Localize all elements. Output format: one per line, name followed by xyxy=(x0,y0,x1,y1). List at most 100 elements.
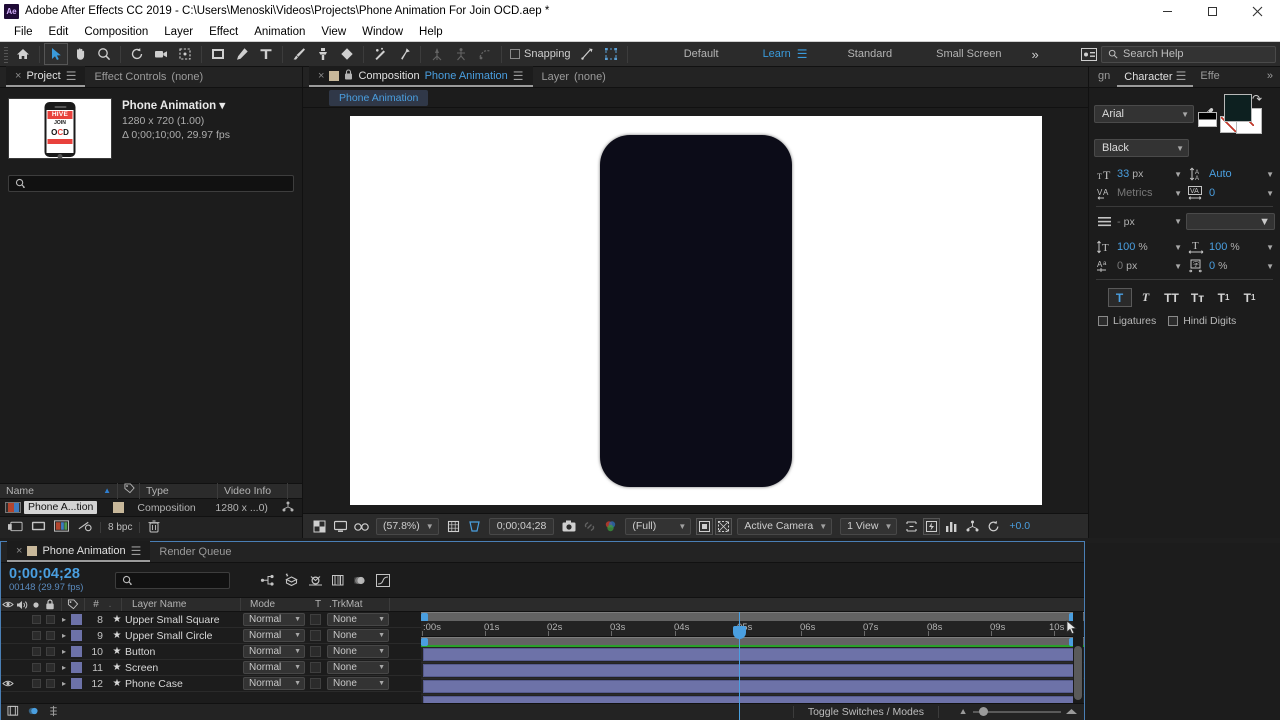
layer-solo-toggle[interactable] xyxy=(29,663,43,672)
tab-render-queue[interactable]: Render Queue xyxy=(150,541,240,562)
workspace-menu-icon[interactable]: ☰ xyxy=(797,47,826,61)
chevron-down-icon[interactable]: ▼ xyxy=(1266,189,1274,198)
menu-item-effect[interactable]: Effect xyxy=(201,22,246,42)
transform-box-icon[interactable] xyxy=(599,43,623,65)
monitor-icon[interactable] xyxy=(330,516,351,536)
lock-icon[interactable] xyxy=(344,68,353,83)
hindi-digits-checkbox[interactable] xyxy=(1168,316,1179,326)
layer-duration-bar[interactable] xyxy=(423,680,1082,693)
frame-blending-icon[interactable] xyxy=(332,574,345,587)
composition-mini-flowchart-icon[interactable] xyxy=(260,574,275,587)
double-chevron-icon[interactable]: » xyxy=(1260,67,1280,87)
zoom-slider-knob[interactable] xyxy=(979,707,988,716)
workspace-settings-icon[interactable] xyxy=(1077,43,1101,65)
workspace-small-screen[interactable]: Small Screen xyxy=(914,48,1023,60)
scrollbar-thumb[interactable] xyxy=(1074,646,1082,700)
menu-item-animation[interactable]: Animation xyxy=(246,22,313,42)
layer-trkmat-select[interactable]: None ▼ xyxy=(327,645,389,658)
leading-field[interactable]: AA Auto ▼ xyxy=(1186,167,1274,181)
swap-colors-icon[interactable]: ↷ xyxy=(1252,92,1262,106)
graph-editor-icon[interactable] xyxy=(376,573,391,587)
expand-layer-icon[interactable]: ▸ xyxy=(57,679,71,688)
resolution-select[interactable]: (Full) ▼ xyxy=(625,517,692,535)
expand-layer-icon[interactable]: ▸ xyxy=(57,631,71,640)
expand-layer-icon[interactable]: ▸ xyxy=(57,647,71,656)
ligatures-toggle[interactable]: Ligatures xyxy=(1098,315,1156,327)
layer-t-checkbox[interactable] xyxy=(310,678,321,689)
layer-lock-toggle[interactable] xyxy=(43,663,57,672)
font-style-select[interactable]: Black ▼ xyxy=(1094,139,1189,157)
faux-bold-button[interactable]: T xyxy=(1107,288,1132,307)
puppet-overlap-icon[interactable] xyxy=(473,43,497,65)
project-search-input[interactable] xyxy=(8,175,294,192)
mask-visibility-icon[interactable] xyxy=(696,517,714,535)
faux-italic-button[interactable]: T xyxy=(1134,288,1158,307)
ligatures-checkbox[interactable] xyxy=(1098,316,1108,326)
timecode-block[interactable]: 0;00;04;28 00148 (29.97 fps) xyxy=(9,567,83,594)
horizontal-scale-field[interactable]: T 100 % ▼ xyxy=(1186,240,1274,254)
tsume-field[interactable]: 字 0 % ▼ xyxy=(1186,259,1274,273)
pixel-aspect-icon[interactable] xyxy=(901,516,922,536)
superscript-button[interactable]: T1 xyxy=(1212,288,1236,307)
eye-icon[interactable] xyxy=(1,600,15,609)
work-area-bar[interactable] xyxy=(421,612,1084,622)
hamburger-icon[interactable]: ☰ xyxy=(66,69,77,83)
tab-character[interactable]: Character ☰ xyxy=(1117,67,1194,87)
motion-blur-icon[interactable] xyxy=(354,574,367,587)
column-type[interactable]: Type xyxy=(140,483,218,499)
composition-canvas[interactable] xyxy=(349,116,1042,505)
snapping-toggle[interactable]: Snapping xyxy=(506,48,575,60)
layer-duration-bar[interactable] xyxy=(423,648,1082,661)
column-tag[interactable] xyxy=(118,483,140,499)
layer-mode-select[interactable]: Normal ▼ xyxy=(243,613,305,626)
zoom-out-icon[interactable] xyxy=(958,706,969,718)
maximize-button[interactable] xyxy=(1190,0,1235,22)
layer-color-swatch[interactable] xyxy=(71,646,82,657)
work-area-bar-lower[interactable] xyxy=(421,637,1084,646)
timeline-graph-icon[interactable] xyxy=(941,516,962,536)
menu-item-help[interactable]: Help xyxy=(411,22,451,42)
lock-icon[interactable] xyxy=(43,599,57,610)
column-video-info[interactable]: Video Info xyxy=(218,483,288,499)
column-t[interactable]: T xyxy=(311,599,325,610)
hamburger-icon[interactable]: ☰ xyxy=(131,544,142,558)
small-caps-button[interactable]: Tᴛ xyxy=(1186,288,1210,307)
camera-tool-icon[interactable] xyxy=(149,43,173,65)
close-icon[interactable]: × xyxy=(15,70,21,82)
project-item-name[interactable]: Phone A...tion xyxy=(24,501,98,514)
puppet-pin-tool-icon[interactable] xyxy=(392,43,416,65)
playhead-handle[interactable] xyxy=(733,626,746,639)
column-mode[interactable]: Mode xyxy=(245,599,311,610)
menu-item-view[interactable]: View xyxy=(313,22,354,42)
workspace-default[interactable]: Default xyxy=(662,48,741,60)
layer-color-swatch[interactable] xyxy=(71,630,82,641)
layer-solo-toggle[interactable] xyxy=(29,631,43,640)
fast-previews-icon[interactable] xyxy=(923,517,941,535)
tab-align[interactable]: gn xyxy=(1091,67,1117,87)
stroke-style-select[interactable]: ▼ xyxy=(1186,213,1275,230)
workspace-standard[interactable]: Standard xyxy=(825,48,914,60)
close-icon[interactable]: × xyxy=(318,70,324,82)
align-icon[interactable] xyxy=(575,43,599,65)
label-color-swatch[interactable] xyxy=(113,502,125,513)
layer-trkmat-select[interactable]: None ▼ xyxy=(327,629,389,642)
speaker-icon[interactable] xyxy=(15,600,29,610)
layer-color-swatch[interactable] xyxy=(71,678,82,689)
playhead[interactable] xyxy=(733,612,746,720)
layer-name[interactable]: Upper Small Circle xyxy=(125,630,243,642)
layer-mode-select[interactable]: Normal ▼ xyxy=(243,629,305,642)
table-row[interactable]: ▸ 8 ★ Upper Small Square Normal ▼ None ▼ xyxy=(1,612,421,628)
layer-color-swatch[interactable] xyxy=(71,614,82,625)
font-size-field[interactable]: TT 33 px ▼ xyxy=(1094,168,1183,181)
type-tool-icon[interactable] xyxy=(254,43,278,65)
menu-item-edit[interactable]: Edit xyxy=(41,22,77,42)
close-icon[interactable]: × xyxy=(16,545,22,557)
font-family-select[interactable]: Arial ▼ xyxy=(1094,105,1194,123)
layer-solo-toggle[interactable] xyxy=(29,679,43,688)
layer-lock-toggle[interactable] xyxy=(43,631,57,640)
track-row[interactable] xyxy=(421,647,1084,663)
puppet-starch-icon[interactable] xyxy=(449,43,473,65)
roto-brush-tool-icon[interactable] xyxy=(368,43,392,65)
tab-effect-controls[interactable]: Effect Controls (none) xyxy=(85,66,212,87)
project-list-item[interactable]: Phone A...tion Composition 1280 x ...0) xyxy=(0,499,302,516)
